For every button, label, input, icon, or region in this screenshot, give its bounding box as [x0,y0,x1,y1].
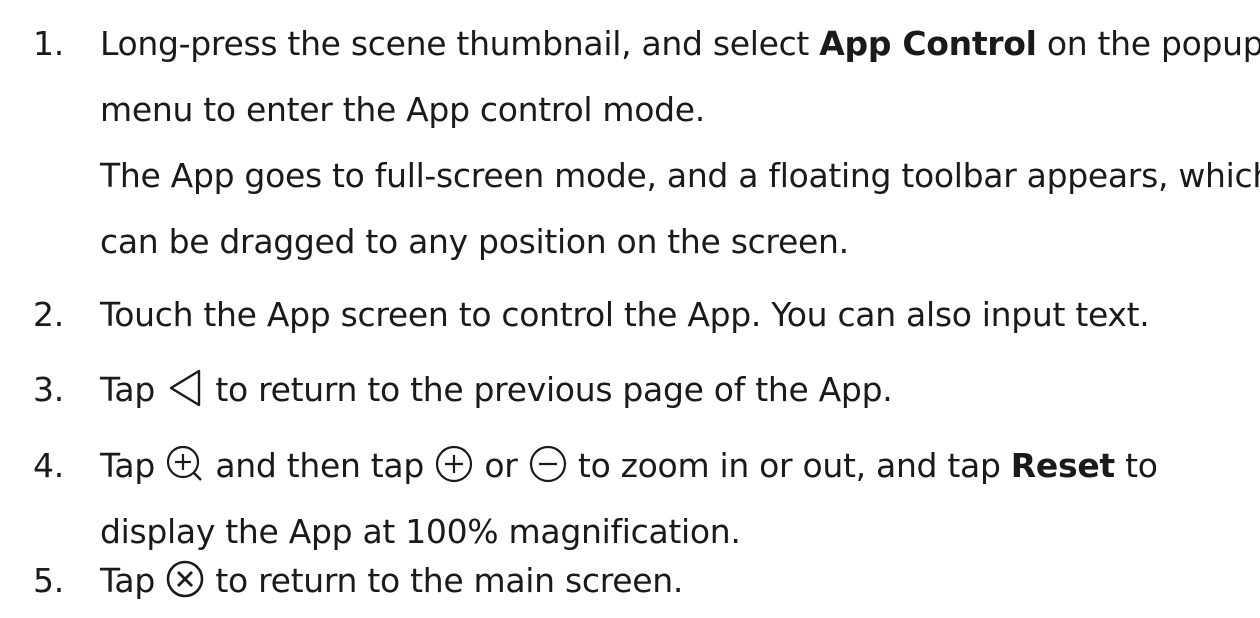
app-control-label: App Control [819,24,1037,63]
reset-label: Reset [1010,446,1115,485]
step-text: Tap and then tap or to zoom in or out, a… [100,433,1250,565]
step-number: 2. [33,295,64,334]
close-circle-icon [165,559,205,599]
step-line: menu to enter the App control mode. [100,90,705,129]
step-number: 3. [33,370,64,409]
step-line: The App goes to full-screen mode, and a … [100,156,1260,195]
step-text: Tap to return to the previous page of th… [100,357,1250,423]
zoom-magnifier-plus-icon [165,444,205,484]
step-number: 5. [33,561,64,600]
minus-circle-icon [528,444,568,484]
step-line: Long-press the scene thumbnail, and sele… [100,24,1260,63]
step-text: Touch the App screen to control the App.… [100,295,1150,334]
step-number: 4. [33,446,64,485]
step-text: Long-press the scene thumbnail, and sele… [100,11,1260,275]
step-line: can be dragged to any position on the sc… [100,222,849,261]
plus-circle-icon [434,444,474,484]
instruction-list: 1. Long-press the scene thumbnail, and s… [0,0,1260,618]
step-text: Tap to return to the main screen. [100,548,1250,614]
back-triangle-icon [165,368,205,408]
step-number: 1. [33,24,64,63]
